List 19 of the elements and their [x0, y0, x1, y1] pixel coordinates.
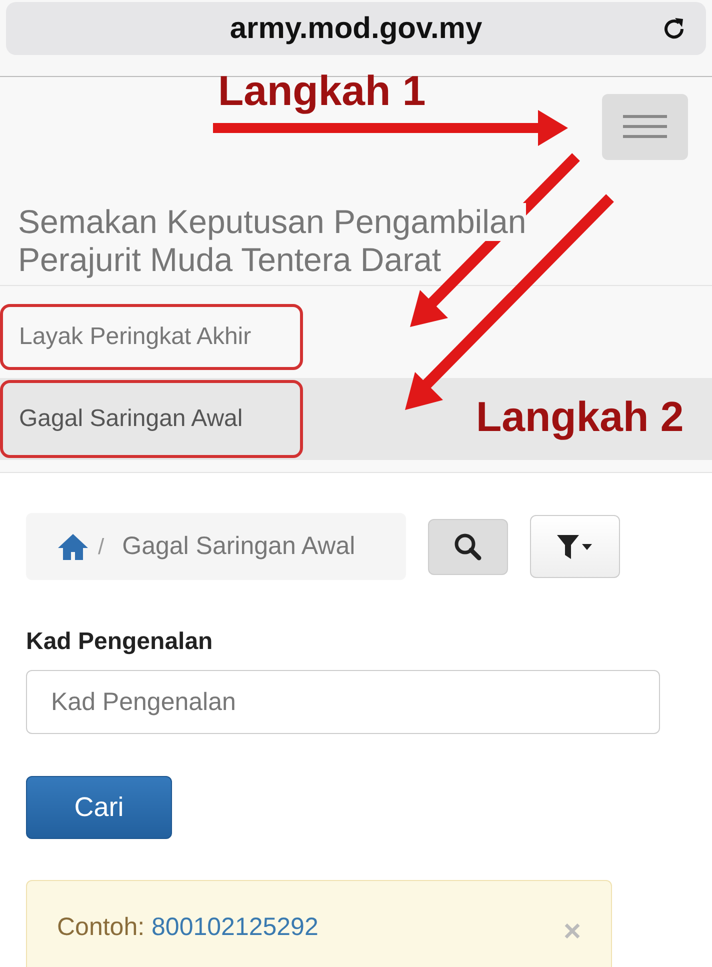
step-label: Langkah 2	[476, 396, 684, 438]
search-button[interactable]	[428, 518, 508, 574]
breadcrumb-separator: /	[98, 534, 104, 560]
filter-button[interactable]	[530, 515, 620, 578]
menu-button[interactable]	[602, 94, 688, 160]
search-submit-button[interactable]: Cari	[26, 776, 172, 839]
filter-icon	[556, 534, 594, 560]
id-input-field[interactable]: Kad Pengenalan	[26, 670, 660, 734]
example-text: Contoh: 800102125292	[57, 913, 318, 942]
search-icon	[453, 532, 483, 562]
menu-item[interactable]: Layak Peringkat Akhir	[0, 304, 303, 370]
home-icon[interactable]	[56, 532, 90, 562]
menu-icon	[623, 113, 667, 141]
field-label: Kad Pengenalan	[26, 628, 214, 656]
example-link[interactable]: 800102125292	[152, 913, 318, 941]
step-label: Langkah 1	[218, 70, 426, 112]
breadcrumb-current: Gagal Saringan Awal	[122, 532, 356, 561]
menu-item[interactable]: Gagal Saringan Awal	[0, 380, 303, 458]
site-title: Semakan Keputusan Pengambilan	[18, 203, 526, 241]
